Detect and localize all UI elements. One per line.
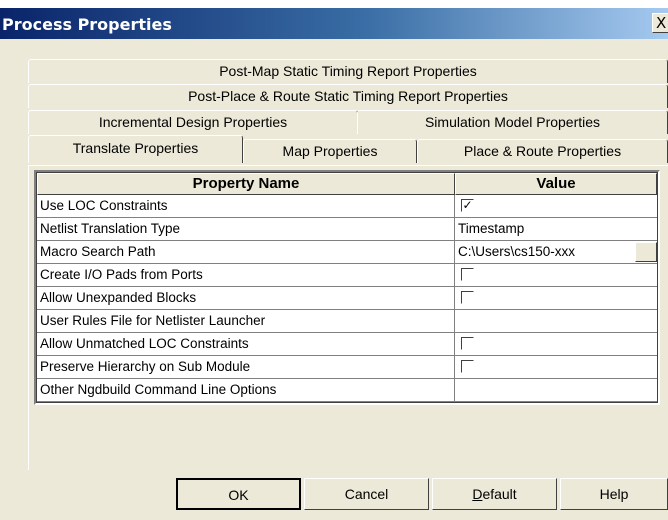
macro-search-path-text[interactable]: C:\Users\cs150-xxx xyxy=(458,244,575,259)
preserve-hierarchy-checkbox[interactable] xyxy=(461,360,474,373)
title-bar[interactable]: Process Properties X xyxy=(0,8,668,39)
table-row[interactable]: Create I/O Pads from Ports xyxy=(37,264,657,287)
process-properties-dialog: Process Properties X Post-Map Static Tim… xyxy=(0,0,668,520)
table-row[interactable]: Other Ngdbuild Command Line Options xyxy=(37,379,657,402)
allow-unmatched-loc-checkbox[interactable] xyxy=(461,337,474,350)
tab-simulation-model[interactable]: Simulation Model Properties xyxy=(357,110,668,134)
property-name: Create I/O Pads from Ports xyxy=(37,264,455,287)
table-row[interactable]: User Rules File for Netlister Launcher xyxy=(37,310,657,333)
property-name: User Rules File for Netlister Launcher xyxy=(37,310,455,333)
ok-button[interactable]: OK xyxy=(176,478,301,510)
other-ngdbuild-options-value[interactable] xyxy=(455,379,657,402)
tab-map[interactable]: Map Properties xyxy=(243,139,417,163)
macro-search-path-value[interactable]: C:\Users\cs150-xxx xyxy=(455,241,657,264)
default-accelerator: D xyxy=(472,486,483,502)
top-strip xyxy=(0,0,668,8)
property-name: Allow Unmatched LOC Constraints xyxy=(37,333,455,356)
tab-place-route[interactable]: Place & Route Properties xyxy=(417,139,668,163)
property-name: Use LOC Constraints xyxy=(37,195,455,218)
tab-translate[interactable]: Translate Properties xyxy=(28,135,243,163)
window-title: Process Properties xyxy=(2,15,172,34)
property-value[interactable] xyxy=(455,264,657,287)
user-rules-file-value[interactable] xyxy=(455,310,657,333)
table-row[interactable]: Use LOC Constraints ✓ xyxy=(37,195,657,218)
tab-post-map-static-timing[interactable]: Post-Map Static Timing Report Properties xyxy=(28,59,668,83)
table-row[interactable]: Allow Unexpanded Blocks xyxy=(37,287,657,310)
netlist-translation-type-value[interactable]: Timestamp xyxy=(455,218,657,241)
property-value[interactable] xyxy=(455,356,657,379)
column-header-property-name[interactable]: Property Name xyxy=(37,173,455,195)
property-value[interactable]: ✓ xyxy=(455,195,657,218)
create-io-pads-checkbox[interactable] xyxy=(461,268,474,281)
table-row[interactable]: Allow Unmatched LOC Constraints xyxy=(37,333,657,356)
help-button[interactable]: Help xyxy=(560,478,668,510)
default-label-rest: efault xyxy=(482,486,517,502)
use-loc-constraints-checkbox[interactable]: ✓ xyxy=(461,199,474,212)
allow-unexpanded-blocks-checkbox[interactable] xyxy=(461,291,474,304)
column-header-value[interactable]: Value xyxy=(455,173,657,195)
property-value[interactable] xyxy=(455,333,657,356)
default-button[interactable]: Default xyxy=(432,478,557,510)
tab-post-par-static-timing[interactable]: Post-Place & Route Static Timing Report … xyxy=(28,84,668,108)
property-name: Netlist Translation Type xyxy=(37,218,455,241)
browse-button[interactable] xyxy=(635,242,657,262)
grid-header: Property Name Value xyxy=(37,173,657,195)
table-row[interactable]: Preserve Hierarchy on Sub Module xyxy=(37,356,657,379)
table-row[interactable]: Macro Search Path C:\Users\cs150-xxx xyxy=(37,241,657,264)
close-button[interactable]: X xyxy=(652,13,668,33)
cancel-button[interactable]: Cancel xyxy=(304,478,429,510)
property-name: Macro Search Path xyxy=(37,241,455,264)
property-name: Preserve Hierarchy on Sub Module xyxy=(37,356,455,379)
tab-incremental-design[interactable]: Incremental Design Properties xyxy=(28,110,358,134)
property-name: Allow Unexpanded Blocks xyxy=(37,287,455,310)
property-grid: Property Name Value Use LOC Constraints … xyxy=(34,170,660,405)
table-row[interactable]: Netlist Translation Type Timestamp xyxy=(37,218,657,241)
property-value[interactable] xyxy=(455,287,657,310)
property-name: Other Ngdbuild Command Line Options xyxy=(37,379,455,402)
